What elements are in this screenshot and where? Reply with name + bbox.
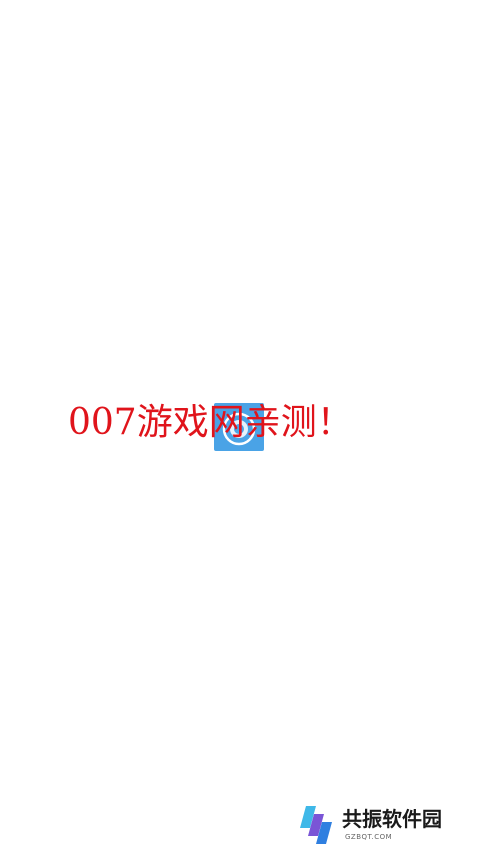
watermark-name: 共振软件园 <box>342 807 442 831</box>
splash-screen: 007游戏网亲测！ 共振软件园 GZBQT.COM <box>0 0 478 851</box>
watermark: 共振软件园 GZBQT.COM <box>298 804 468 846</box>
watermark-url: GZBQT.COM <box>345 833 393 841</box>
gongzhen-logo-icon <box>298 804 340 846</box>
splash-message: 007游戏网亲测！ <box>68 402 353 443</box>
